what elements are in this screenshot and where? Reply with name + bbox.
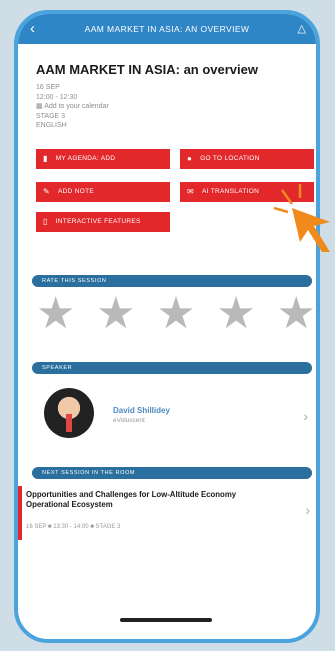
my-agenda-label: MY AGENDA: ADD <box>55 155 116 162</box>
pencil-icon: ✎ <box>43 187 51 196</box>
bookmark-icon: ▮ <box>43 154 48 163</box>
top-bar: ‹ AAM MARKET IN ASIA: AN OVERVIEW △ <box>18 14 316 44</box>
home-indicator <box>120 618 212 622</box>
next-session-row[interactable]: Opportunities and Challenges for Low-Alt… <box>18 484 316 540</box>
session-stage: STAGE 3 <box>36 112 66 120</box>
translate-icon: ✉ <box>187 187 195 196</box>
page-title: AAM MARKET IN ASIA: AN OVERVIEW <box>84 24 250 34</box>
session-accent-bar <box>18 486 22 540</box>
go-to-location-button[interactable]: ● GO TO LOCATION <box>180 148 314 169</box>
interactive-features-button[interactable]: ▯ INTERACTIVE FEATURES <box>36 211 170 232</box>
calendar-icon: ▦ <box>36 103 43 110</box>
session-language: ENGLISH <box>36 122 67 129</box>
ai-translation-label: AI TRANSLATION <box>202 188 260 195</box>
interactive-features-label: INTERACTIVE FEATURES <box>55 218 141 225</box>
phone-icon: ▯ <box>43 217 48 226</box>
star-2-icon[interactable]: ★ <box>96 292 135 336</box>
rating-stars: ★ ★ ★ ★ ★ <box>36 292 316 336</box>
location-pin-icon: ● <box>187 154 193 163</box>
next-session-meta: 16 SEP ■ 13:30 - 14:00 ■ STAGE 3 <box>26 524 121 530</box>
star-1-icon[interactable]: ★ <box>36 292 75 336</box>
phone-frame: ‹ AAM MARKET IN ASIA: AN OVERVIEW △ AAM … <box>14 10 320 643</box>
add-note-button[interactable]: ✎ ADD NOTE <box>36 181 170 202</box>
star-5-icon[interactable]: ★ <box>277 292 316 336</box>
star-4-icon[interactable]: ★ <box>216 292 255 336</box>
rate-session-header: RATE THIS SESSION <box>32 275 312 287</box>
add-calendar-link[interactable]: ▦ Add to your calendar <box>36 102 298 112</box>
speaker-name: David Shillidey <box>113 406 170 415</box>
go-to-location-label: GO TO LOCATION <box>200 155 260 162</box>
speaker-row[interactable]: David Shillidey eVoluscent › <box>28 378 314 456</box>
add-note-label: ADD NOTE <box>58 188 95 195</box>
chevron-right-icon: › <box>305 502 310 518</box>
speaker-organization: eVoluscent <box>113 417 145 424</box>
session-date: 16 SEP <box>36 84 60 91</box>
next-session-header: NEXT SESSION IN THE ROOM <box>32 467 312 479</box>
star-3-icon[interactable]: ★ <box>156 292 195 336</box>
next-session-title: Opportunities and Challenges for Low-Alt… <box>26 490 237 509</box>
speaker-header: SPEAKER <box>32 362 312 374</box>
filter-icon[interactable]: △ <box>298 22 306 35</box>
chevron-right-icon: › <box>303 408 308 424</box>
speaker-avatar <box>44 388 94 438</box>
add-calendar-label: Add to your calendar <box>44 103 109 110</box>
session-time: 12:00 - 12:30 <box>36 93 78 101</box>
my-agenda-button[interactable]: ▮ MY AGENDA: ADD <box>36 148 170 169</box>
pointer-arrow-icon <box>273 184 330 252</box>
action-buttons: ▮ MY AGENDA: ADD ● GO TO LOCATION ✎ ADD … <box>36 148 314 241</box>
session-title: AAM MARKET IN ASIA: an overview <box>36 62 258 77</box>
back-chevron-icon[interactable]: ‹ <box>30 20 35 37</box>
